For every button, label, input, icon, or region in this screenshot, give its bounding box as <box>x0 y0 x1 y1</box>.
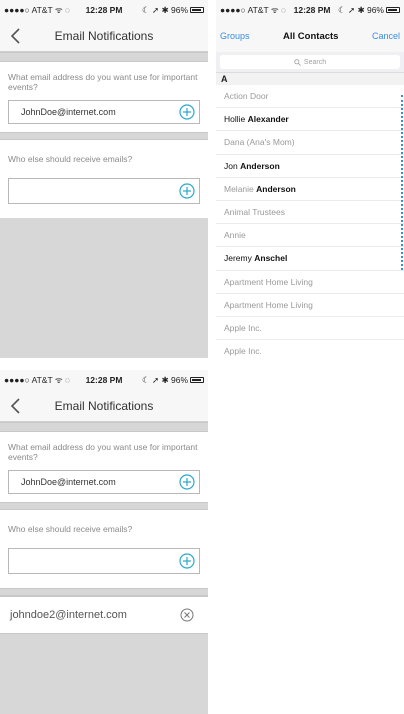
contact-row[interactable]: Apartment Home Living <box>216 294 404 317</box>
contact-first-name: Apple Inc. <box>224 346 262 357</box>
plus-circle-icon[interactable] <box>179 183 195 199</box>
other-recipients-section: Who else should receive emails? <box>0 140 208 218</box>
carrier-text: ●●●●○ AT&T ᯤ ◌ <box>4 4 71 15</box>
contact-row[interactable]: Animal Trustees <box>216 201 404 225</box>
plus-circle-icon[interactable] <box>179 104 195 120</box>
time-text: 12:28 PM <box>85 5 123 15</box>
contact-last-name: Anschel <box>254 253 288 264</box>
important-email-field[interactable]: JohnDoe@internet.com <box>8 100 200 124</box>
important-email-value[interactable]: JohnDoe@internet.com <box>21 477 179 487</box>
contacts-title: All Contacts <box>283 30 339 42</box>
important-email-section: What email address do you want use for i… <box>0 62 208 132</box>
search-icon <box>294 58 301 66</box>
contact-row[interactable]: Hollie Alexander <box>216 108 404 132</box>
contact-first-name: Apartment Home Living <box>224 276 313 287</box>
search-placeholder: Search <box>303 58 327 66</box>
contact-first-name: Hollie <box>224 114 246 125</box>
contact-first-name: Jeremy <box>224 253 252 264</box>
email-notifications-screen: ●●●●○ AT&T ᯤ ◌ 12:28 PM ☾ ➚ ✱ 96% Email … <box>0 0 208 358</box>
all-contacts-screen: ●●●●○ AT&T ᯤ ◌ 12:28 PM ☾ ➚ ✱ 96% Groups… <box>216 0 404 358</box>
contact-row[interactable]: Melanie Anderson <box>216 178 404 201</box>
battery-icon <box>190 377 205 383</box>
time-text: 12:28 PM <box>293 5 331 15</box>
contact-row[interactable]: Apple Inc. <box>216 340 404 358</box>
battery-text: ☾ ➚ ✱ 96% <box>142 4 189 15</box>
contact-row[interactable]: Apartment Home Living <box>216 271 404 294</box>
carrier-text: ●●●●○ AT&T ᯤ ◌ <box>220 4 287 15</box>
plus-circle-icon[interactable] <box>179 553 195 569</box>
contact-first-name: Melanie <box>224 183 254 194</box>
email-notifications-screen-added: ●●●●○ AT&T ᯤ ◌ 12:28 PM ☾ ➚ ✱ 96% Email … <box>0 370 208 714</box>
contact-first-name: Annie <box>224 230 246 241</box>
contact-first-name: Action Door <box>224 91 269 102</box>
important-email-section: What email address do you want use for i… <box>0 432 208 502</box>
contacts-nav-bar: Groups All Contacts Cancel <box>216 20 404 52</box>
contact-row[interactable]: Jeremy Anschel <box>216 247 404 271</box>
search-input[interactable]: Search <box>220 55 400 69</box>
other-recipients-field[interactable] <box>8 178 200 204</box>
close-circle-icon[interactable] <box>180 608 194 622</box>
groups-button[interactable]: Groups <box>220 31 250 41</box>
time-text: 12:28 PM <box>85 375 123 385</box>
contact-row[interactable]: Dana (Ana's Mom) <box>216 131 404 155</box>
contact-row[interactable]: Action Door <box>216 85 404 109</box>
cancel-button[interactable]: Cancel <box>372 31 400 41</box>
contact-row[interactable]: Apple Inc. <box>216 317 404 341</box>
added-recipient-email: johndoe2@internet.com <box>10 609 127 621</box>
contact-first-name: Apartment Home Living <box>224 299 313 310</box>
plus-circle-icon[interactable] <box>179 474 195 490</box>
important-email-value[interactable]: JohnDoe@internet.com <box>21 107 179 117</box>
page-title: Email Notifications <box>54 398 154 413</box>
contact-row[interactable]: Jon Anderson <box>216 155 404 178</box>
contact-list: Action Door Hollie Alexander Dana (Ana's M… <box>216 85 404 358</box>
contact-last-name: Anderson <box>240 160 280 171</box>
battery-text: ☾ ➚ ✱ 96% <box>142 374 189 385</box>
contact-first-name: Apple Inc. <box>224 322 262 333</box>
contact-first-name: Jon <box>224 160 238 171</box>
status-bar: ●●●●○ AT&T ᯤ ◌ 12:28 PM ☾ ➚ ✱ 96% <box>216 0 404 20</box>
contact-row[interactable]: Annie <box>216 224 404 248</box>
other-recipients-section: Who else should receive emails? <box>0 510 208 588</box>
contact-last-name: Anderson <box>256 183 296 194</box>
back-chevron-icon[interactable] <box>9 28 23 44</box>
important-email-field[interactable]: JohnDoe@internet.com <box>8 470 200 494</box>
important-email-label: What email address do you want use for i… <box>8 442 198 462</box>
contact-last-name: Alexander <box>247 114 289 125</box>
back-chevron-icon[interactable] <box>9 398 23 414</box>
battery-text: ☾ ➚ ✱ 96% <box>338 4 384 15</box>
nav-bar: Email Notifications <box>0 390 208 422</box>
important-email-label: What email address do you want use for i… <box>8 72 198 92</box>
nav-bar: Email Notifications <box>0 20 208 52</box>
other-recipients-field[interactable] <box>8 548 200 574</box>
alphabet-index-bar[interactable] <box>400 95 403 270</box>
battery-icon <box>190 7 205 13</box>
contact-first-name: Animal Trustees <box>224 207 285 218</box>
page-title: Email Notifications <box>54 28 154 43</box>
status-bar: ●●●●○ AT&T ᯤ ◌ 12:28 PM ☾ ➚ ✱ 96% <box>0 0 208 20</box>
other-recipients-label: Who else should receive emails? <box>8 524 133 534</box>
added-recipient-row: johndoe2@internet.com <box>0 596 208 634</box>
battery-icon <box>386 7 400 13</box>
contact-first-name: Dana (Ana's Mom) <box>224 137 295 148</box>
status-bar: ●●●●○ AT&T ᯤ ◌ 12:28 PM ☾ ➚ ✱ 96% <box>0 370 208 390</box>
other-recipients-label: Who else should receive emails? <box>8 154 133 164</box>
section-header-a: A <box>216 73 404 85</box>
carrier-text: ●●●●○ AT&T ᯤ ◌ <box>4 374 71 385</box>
